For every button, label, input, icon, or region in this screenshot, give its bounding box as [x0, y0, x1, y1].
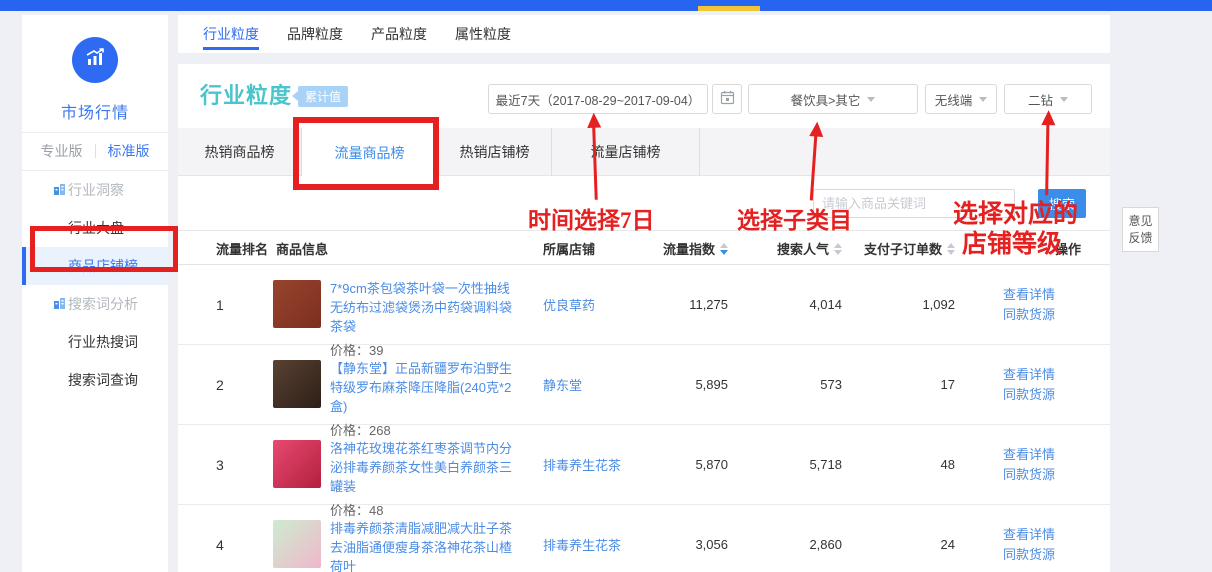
- table-row: 4 排毒养颜茶清脂减肥减大肚子茶去油脂通便瘦身茶洛神花茶山楂荷叶 价格：28 排…: [178, 505, 1110, 572]
- sidebar-item-search-word-query[interactable]: 搜索词查询: [22, 361, 168, 399]
- product-info-cell: 排毒养颜茶清脂减肥减大肚子茶去油脂通便瘦身茶洛神花茶山楂荷叶 价格：28: [330, 519, 522, 572]
- tab-industry-granularity[interactable]: 行业粒度: [203, 15, 259, 53]
- active-indicator: [22, 247, 26, 285]
- product-image[interactable]: [273, 440, 321, 488]
- main-panel: 行业粒度 累计值 最近7天（2017-08-29~2017-09-04） 餐饮具…: [178, 64, 1110, 572]
- table-body: 1 7*9cm茶包袋茶叶袋一次性抽线无纺布过滤袋煲汤中药袋调料袋茶袋 价格：39…: [178, 265, 1110, 572]
- sidebar-section-search-analysis: 搜索词分析: [22, 285, 168, 323]
- sidebar-item-industry-overview[interactable]: 行业大盘: [22, 209, 168, 247]
- col-paid-suborders: 支付子订单数: [828, 231, 955, 266]
- chevron-down-icon: [979, 97, 987, 102]
- table-row: 3 洛神花玫瑰花茶红枣茶调节内分泌排毒养颜茶女性美白养颜茶三罐装 价格：48 排…: [178, 425, 1110, 505]
- calendar-button[interactable]: [712, 84, 742, 114]
- chevron-down-icon: [1060, 97, 1068, 102]
- traffic-rank-value: 4: [216, 505, 224, 572]
- search-popularity-value: 5,718: [738, 425, 842, 504]
- topbar: [0, 0, 1212, 11]
- tab-hot-shop-rank[interactable]: 热销店铺榜: [438, 128, 552, 176]
- feedback-button[interactable]: 意见 反馈: [1122, 207, 1159, 252]
- action-links: 查看详情 同款货源: [1003, 525, 1055, 565]
- product-image[interactable]: [273, 280, 321, 328]
- building-icon: [53, 297, 66, 313]
- traffic-index-value: 3,056: [608, 505, 728, 572]
- traffic-rank-value: 2: [216, 345, 224, 424]
- table-row: 2 【静东堂】正品新疆罗布泊野生特级罗布麻茶降压降脂(240克*2盒) 价格：2…: [178, 345, 1110, 425]
- trend-chart-icon: [83, 46, 107, 75]
- traffic-index-value: 11,275: [608, 265, 728, 344]
- search-button[interactable]: 搜索: [1038, 189, 1086, 218]
- col-search-popularity: 搜索人气: [738, 231, 842, 266]
- same-source-link[interactable]: 同款货源: [1003, 545, 1055, 565]
- terminal-dropdown[interactable]: 无线端: [925, 84, 997, 114]
- section-label: 搜索词分析: [68, 294, 138, 314]
- paid-suborders-value: 24: [842, 505, 955, 572]
- tab-attribute-granularity[interactable]: 属性粒度: [455, 15, 511, 53]
- sidebar-item-hot-search-words[interactable]: 行业热搜词: [22, 323, 168, 361]
- page-title: 行业粒度: [200, 78, 292, 110]
- sort-icon[interactable]: [947, 243, 955, 255]
- view-details-link[interactable]: 查看详情: [1003, 285, 1055, 305]
- tab-brand-granularity[interactable]: 品牌粒度: [287, 15, 343, 53]
- sort-icon[interactable]: [720, 243, 728, 255]
- same-source-link[interactable]: 同款货源: [1003, 465, 1055, 485]
- chevron-down-icon: [867, 97, 875, 102]
- table-header: 流量排名 商品信息 所属店铺 流量指数 搜索人气 支付子订单数 操作: [178, 230, 1110, 265]
- same-source-link[interactable]: 同款货源: [1003, 305, 1055, 325]
- search-popularity-value: 573: [738, 345, 842, 424]
- sidebar-menu: 行业洞察 行业大盘 商品店铺榜 搜索词分析 行业热搜词 搜索词查询: [22, 171, 168, 399]
- table-row: 1 7*9cm茶包袋茶叶袋一次性抽线无纺布过滤袋煲汤中药袋调料袋茶袋 价格：39…: [178, 265, 1110, 345]
- version-tab-standard[interactable]: 标准版: [108, 141, 150, 161]
- col-traffic-index: 流量指数: [608, 231, 728, 266]
- col-product-info: 商品信息: [276, 231, 328, 266]
- version-tab-pro[interactable]: 专业版: [41, 141, 83, 161]
- calendar-icon: [720, 90, 735, 108]
- paid-suborders-value: 17: [842, 345, 955, 424]
- col-action: 操作: [1003, 231, 1081, 266]
- tab-product-granularity[interactable]: 产品粒度: [371, 15, 427, 53]
- sidebar-item-product-shop-rank[interactable]: 商品店铺榜: [22, 247, 168, 285]
- cumulative-badge: 累计值: [298, 86, 348, 107]
- search-popularity-value: 4,014: [738, 265, 842, 344]
- view-details-link[interactable]: 查看详情: [1003, 525, 1055, 545]
- traffic-index-value: 5,870: [608, 425, 728, 504]
- traffic-index-value: 5,895: [608, 345, 728, 424]
- col-shop: 所属店铺: [543, 231, 595, 266]
- col-traffic-rank: 流量排名: [216, 231, 268, 266]
- action-links: 查看详情 同款货源: [1003, 285, 1055, 325]
- date-range-selector[interactable]: 最近7天（2017-08-29~2017-09-04）: [488, 84, 708, 114]
- product-title-link[interactable]: 7*9cm茶包袋茶叶袋一次性抽线无纺布过滤袋煲汤中药袋调料袋茶袋: [330, 279, 522, 336]
- topbar-highlight: [698, 6, 760, 11]
- sidebar-section-industry-insight: 行业洞察: [22, 171, 168, 209]
- product-title-link[interactable]: 【静东堂】正品新疆罗布泊野生特级罗布麻茶降压降脂(240克*2盒): [330, 359, 522, 416]
- building-icon: [53, 183, 66, 199]
- product-image[interactable]: [273, 520, 321, 568]
- tab-traffic-shop-rank[interactable]: 流量店铺榜: [552, 128, 700, 176]
- view-details-link[interactable]: 查看详情: [1003, 365, 1055, 385]
- view-details-link[interactable]: 查看详情: [1003, 445, 1055, 465]
- tab-hot-product-rank[interactable]: 热销商品榜: [178, 128, 302, 176]
- traffic-rank-value: 3: [216, 425, 224, 504]
- shop-level-dropdown[interactable]: 二钻: [1004, 84, 1092, 114]
- divider: [95, 144, 96, 158]
- version-switch: 专业版 标准版: [22, 133, 168, 169]
- app-logo: [72, 37, 118, 83]
- product-image[interactable]: [273, 360, 321, 408]
- search-popularity-value: 2,860: [738, 505, 842, 572]
- action-links: 查看详情 同款货源: [1003, 365, 1055, 405]
- category-dropdown[interactable]: 餐饮具>其它: [748, 84, 918, 114]
- same-source-link[interactable]: 同款货源: [1003, 385, 1055, 405]
- traffic-rank-value: 1: [216, 265, 224, 344]
- paid-suborders-value: 1,092: [842, 265, 955, 344]
- granularity-tabs: 行业粒度 品牌粒度 产品粒度 属性粒度: [178, 15, 1110, 53]
- section-label: 行业洞察: [68, 180, 124, 200]
- tab-traffic-product-rank[interactable]: 流量商品榜: [302, 128, 438, 177]
- rank-tabs: 热销商品榜 流量商品榜 热销店铺榜 流量店铺榜: [178, 128, 1110, 176]
- paid-suborders-value: 48: [842, 425, 955, 504]
- product-title-link[interactable]: 洛神花玫瑰花茶红枣茶调节内分泌排毒养颜茶女性美白养颜茶三罐装: [330, 439, 522, 496]
- product-title-link[interactable]: 排毒养颜茶清脂减肥减大肚子茶去油脂通便瘦身茶洛神花茶山楂荷叶: [330, 519, 522, 572]
- action-links: 查看详情 同款货源: [1003, 445, 1055, 485]
- keyword-search-input[interactable]: [813, 189, 1015, 218]
- app-title: 市场行情: [22, 99, 168, 123]
- sidebar: 市场行情 专业版 标准版 行业洞察 行业大盘 商品店铺榜 搜索词分析 行业热搜词: [22, 15, 168, 572]
